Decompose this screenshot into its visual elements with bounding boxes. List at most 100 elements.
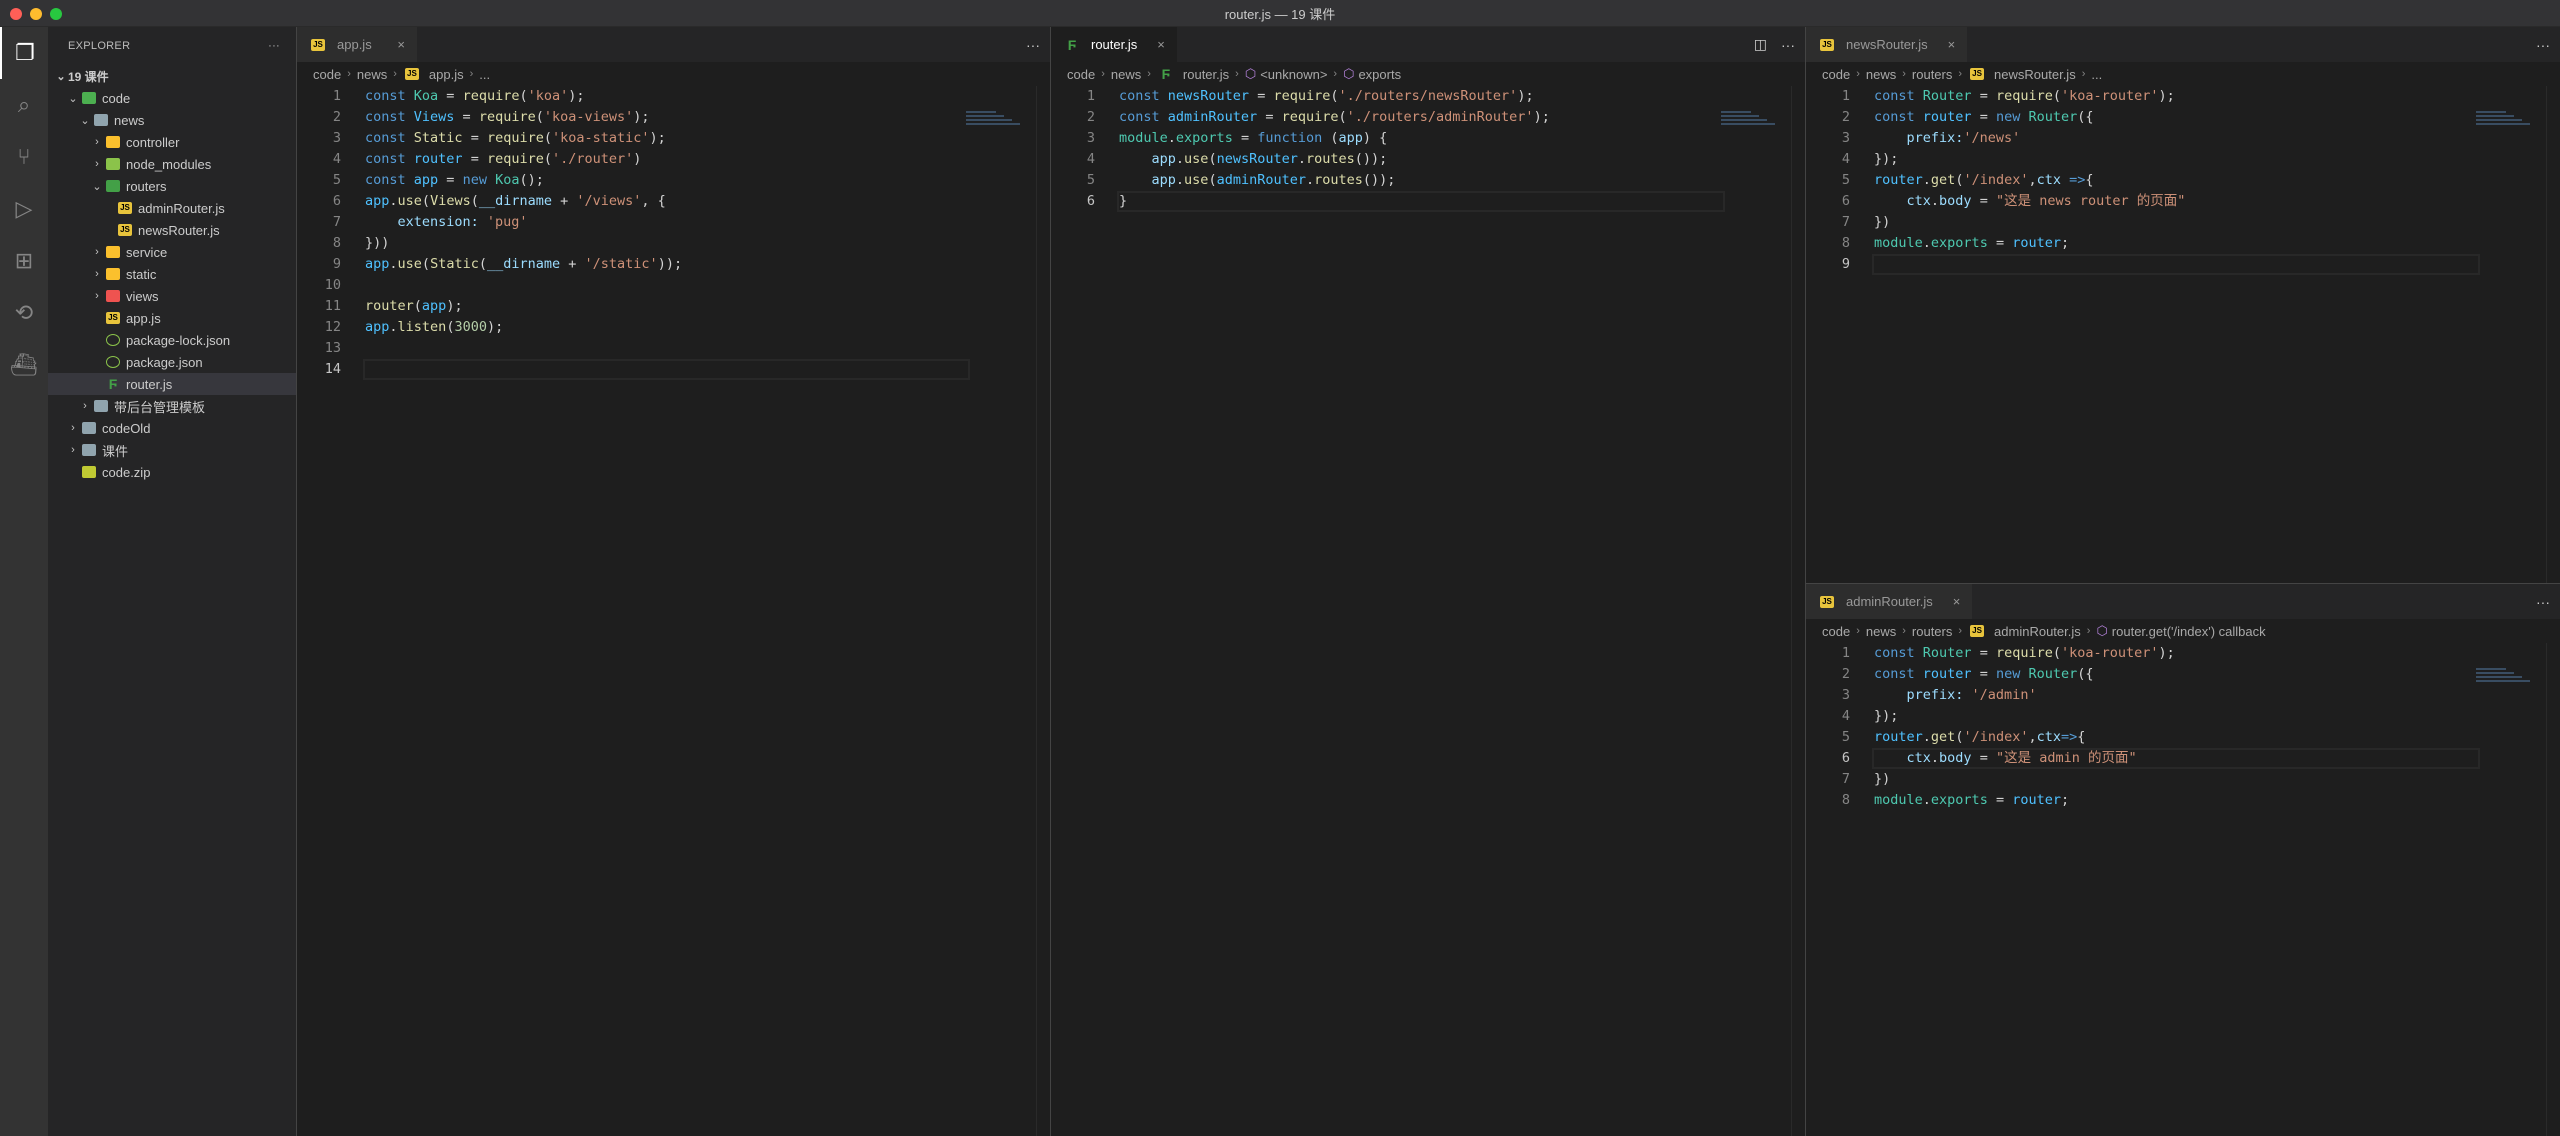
code-line: 6 app.use(Views(__dirname + '/views', { [297, 191, 1050, 212]
current-line-highlight [1117, 191, 1725, 212]
code-token: routes [1314, 172, 1363, 188]
chevron-right-icon: › [1856, 68, 1860, 80]
split-editor-icon[interactable]: ◫ [1754, 36, 1767, 53]
editor-group: Ϝrouter.js × ◫ ··· code › news › Ϝrouter.js › ⬡ <un… [1050, 27, 1805, 1136]
code-editor[interactable]: 1 const Router = require('koa-router'); 2 c… [1806, 643, 2560, 811]
more-actions-button[interactable]: ··· [2536, 37, 2550, 53]
source-control-icon[interactable]: ⑂ [0, 131, 48, 183]
line-number: 1 [332, 88, 341, 104]
minimap[interactable] [2476, 109, 2546, 139]
tree-item-label: package.json [126, 354, 203, 370]
code-token: ); [446, 298, 463, 314]
breadcrumb-item[interactable]: router.get('/index') callback [2112, 624, 2266, 639]
code-token: app [365, 256, 390, 272]
folder-controller-icon [106, 136, 120, 148]
breadcrumb-item[interactable]: code [1067, 67, 1095, 82]
tree-item[interactable]: › controller [48, 131, 296, 153]
tree-item[interactable]: ⌄ code [48, 87, 296, 109]
run-debug-icon[interactable]: ▷ [0, 183, 48, 235]
tree-item[interactable]: code.zip [48, 461, 296, 483]
breadcrumb-item[interactable]: newsRouter.js [1994, 67, 2076, 82]
breadcrumb-item[interactable]: code [1822, 624, 1850, 639]
code-token: exports [1930, 235, 1988, 251]
tab-app-js[interactable]: JS app.js × [297, 27, 417, 62]
tab-adminRouter-js[interactable]: JS adminRouter.js × [1806, 584, 1973, 619]
workspace-root[interactable]: ⌄ 19 课件 [48, 65, 296, 87]
close-window-button[interactable] [10, 8, 22, 20]
breadcrumb-item[interactable]: code [313, 67, 341, 82]
remote-icon[interactable]: ⟲ [0, 287, 48, 339]
more-actions-button[interactable]: ··· [2536, 594, 2550, 610]
tree-item[interactable]: › views [48, 285, 296, 307]
tree-item[interactable]: › 带后台管理模板 [48, 395, 296, 417]
tree-item[interactable]: Ϝrouter.js [48, 373, 296, 395]
minimize-window-button[interactable] [30, 8, 42, 20]
minimap[interactable] [2476, 666, 2546, 696]
code-token: router [2012, 792, 2061, 808]
minimap[interactable] [966, 109, 1036, 139]
code-token: Views [430, 193, 471, 209]
breadcrumb-item[interactable]: app.js [429, 67, 464, 82]
close-icon[interactable]: × [1939, 594, 1961, 609]
code-token: new [1995, 109, 2029, 125]
line-text: app.use(Views(__dirname + '/views', { [365, 191, 666, 212]
breadcrumb-item[interactable]: ... [2091, 67, 2102, 82]
minimap[interactable] [1721, 109, 1791, 139]
breadcrumb-item[interactable]: adminRouter.js [1994, 624, 2081, 639]
tree-item-label: 带后台管理模板 [114, 399, 206, 415]
code-editor[interactable]: 1 const newsRouter = require('./routers/n… [1051, 86, 1805, 212]
code-token: module [1874, 235, 1923, 251]
tree-item-label: app.js [126, 310, 161, 326]
code-token: require [1273, 88, 1331, 104]
breadcrumb-item[interactable]: ... [479, 67, 490, 82]
files-icon[interactable]: ❐ [0, 27, 48, 79]
code-editor[interactable]: 1 const Koa = require('koa'); 2 const Views… [297, 86, 1050, 380]
breadcrumb-item[interactable]: routers [1912, 67, 1952, 82]
tree-item[interactable]: › service [48, 241, 296, 263]
tree-item[interactable]: package-lock.json [48, 329, 296, 351]
tree-item[interactable]: › node_modules [48, 153, 296, 175]
vertical-scrollbar[interactable] [2546, 86, 2560, 583]
tree-item[interactable]: › 课件 [48, 439, 296, 461]
zoom-window-button[interactable] [50, 8, 62, 20]
close-icon[interactable]: × [1934, 37, 1956, 52]
tree-item[interactable]: › codeOld [48, 417, 296, 439]
breadcrumb-item[interactable]: news [1866, 624, 1896, 639]
more-actions-button[interactable]: ··· [1026, 37, 1040, 53]
tab-router-js[interactable]: Ϝrouter.js × [1051, 27, 1177, 62]
tree-item[interactable]: ⌄ news [48, 109, 296, 131]
tree-item[interactable]: JS newsRouter.js [48, 219, 296, 241]
tree-item[interactable]: JS app.js [48, 307, 296, 329]
vertical-scrollbar[interactable] [2546, 643, 2560, 1136]
close-icon[interactable]: × [383, 37, 405, 52]
tree-item[interactable]: ⌄ routers [48, 175, 296, 197]
breadcrumb-item[interactable]: news [1111, 67, 1141, 82]
vertical-scrollbar[interactable] [1791, 86, 1805, 1136]
more-actions-button[interactable]: ··· [1781, 37, 1795, 53]
code-token: ); [2158, 88, 2175, 104]
code-token: , [2028, 729, 2037, 745]
line-text: const app = new Koa(); [365, 170, 544, 191]
tree-item[interactable]: package.json [48, 351, 296, 373]
explorer-more-button[interactable]: ··· [268, 40, 280, 52]
tab-newsRouter-js[interactable]: JS newsRouter.js × [1806, 27, 1968, 62]
breadcrumb-item[interactable]: exports [1358, 67, 1401, 82]
close-icon[interactable]: × [1143, 37, 1165, 52]
search-icon[interactable]: ⌕ [0, 79, 48, 131]
breadcrumb-item[interactable]: news [357, 67, 387, 82]
line-text: const adminRouter = require('./routers/a… [1119, 107, 1550, 128]
docker-icon[interactable]: ⛴ [0, 339, 48, 391]
breadcrumb-item[interactable]: news [1866, 67, 1896, 82]
extensions-icon[interactable]: ⊞ [0, 235, 48, 287]
breadcrumb-item[interactable]: routers [1912, 624, 1952, 639]
tree-item[interactable]: › static [48, 263, 296, 285]
code-editor[interactable]: 1 const Router = require('koa-router'); 2 c… [1806, 86, 2560, 275]
code-token: app [1119, 151, 1176, 167]
breadcrumb-item[interactable]: <unknown> [1260, 67, 1327, 82]
breadcrumb-item[interactable]: code [1822, 67, 1850, 82]
tree-item[interactable]: JS adminRouter.js [48, 197, 296, 219]
js-icon: JS [118, 224, 132, 236]
breadcrumb-item[interactable]: router.js [1183, 67, 1229, 82]
vertical-scrollbar[interactable] [1036, 86, 1050, 1136]
code-line: 3 const Static = require('koa-static'); [297, 128, 1050, 149]
